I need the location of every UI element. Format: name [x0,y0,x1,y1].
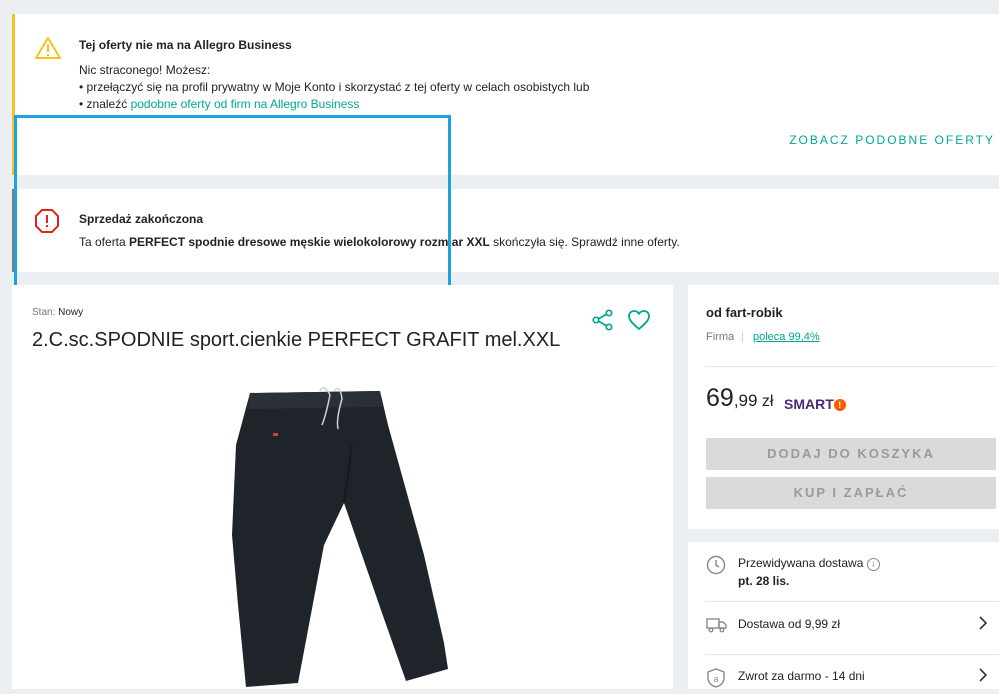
expected-delivery-date: pt. 28 lis. [738,574,790,588]
body-prefix: Ta oferta [79,235,130,249]
returns-row[interactable]: a Zwrot za darmo - 14 dni [688,666,999,689]
info-icon[interactable]: i [866,558,880,571]
divider [706,654,999,655]
divider [706,366,995,367]
svg-text:a: a [713,674,718,684]
business-unavailable-notice: Tej oferty nie ma na Allegro Business Ni… [12,14,999,175]
price-integer: 69 [706,384,734,412]
shipping-price: Dostawa od 9,99 zł [738,617,841,631]
chevron-right-icon [979,616,988,633]
offer-name-bold: PERFECT spodnie dresowe męskie wielokolo… [129,235,490,249]
notice-intro: Nic straconego! Możesz: [79,63,211,77]
error-icon [35,209,59,238]
smart-info-icon: ! [833,399,846,411]
notice-body: Nic straconego! Możesz: • przełączyć się… [79,62,589,113]
condition: Stan: Nowy [32,307,83,318]
return-shield-icon: a [706,668,726,693]
price: 69,99 zł [706,384,773,413]
add-to-cart-button[interactable]: DODAJ DO KOSZYKA [706,438,996,470]
price-decimal: ,99 [733,391,758,410]
smart-label: SMART [784,396,834,412]
product-card: Stan: Nowy 2.C.sc.SPODNIE sport.cienkie … [12,285,673,689]
seller-name[interactable]: od fart-robik [706,305,783,320]
seller-separator: | [741,331,744,343]
smart-badge[interactable]: SMART! [784,396,846,412]
chevron-right-icon [979,668,988,685]
sale-ended-notice: Sprzedaż zakończona Ta oferta PERFECT sp… [12,189,999,272]
seller-rating-link[interactable]: poleca 99,4% [753,331,820,343]
expected-delivery-row: Przewidywana dostawa i pt. 28 lis. [688,554,999,602]
see-similar-offers-button[interactable]: ZOBACZ PODOBNE OFERTY [789,133,995,147]
heart-icon[interactable] [627,309,651,336]
returns-text: Zwrot za darmo - 14 dni [738,669,865,683]
share-icon[interactable] [592,309,614,336]
similar-business-offers-link[interactable]: podobne oferty od firm na Allegro Busine… [131,97,360,111]
condition-label: Stan: [32,307,56,318]
body-suffix: skończyła się. Sprawdź inne oferty. [489,235,680,249]
expected-delivery-text: Przewidywana dostawa [738,556,864,570]
delivery-card: Przewidywana dostawa i pt. 28 lis. Dosta… [688,542,999,689]
sale-ended-body: Ta oferta PERFECT spodnie dresowe męskie… [79,235,680,249]
sale-ended-title: Sprzedaż zakończona [79,212,204,226]
price-currency: zł [761,393,774,410]
product-image[interactable] [212,385,462,694]
buy-now-button[interactable]: KUP I ZAPŁAĆ [706,477,996,509]
bullet-prefix: • znaleźć [79,97,131,111]
seller-price-card: od fart-robik Firma | poleca 99,4% 69,99… [688,285,999,529]
notice-bullet-find-similar: • znaleźć podobne oferty od firm na Alle… [79,96,589,113]
seller-type: Firma [706,331,735,343]
condition-value: Nowy [58,307,84,318]
expected-delivery-label: Przewidywana dostawa i [738,556,880,571]
warning-icon [35,36,61,65]
product-title: 2.C.sc.SPODNIE sport.cienkie PERFECT GRA… [32,329,561,351]
shipping-row[interactable]: Dostawa od 9,99 zł [688,614,999,644]
notice-bullet-switch-profile: • przełączyć się na profil prywatny w Mo… [79,80,590,94]
notice-title: Tej oferty nie ma na Allegro Business [79,38,292,52]
truck-icon [706,615,728,638]
divider [706,601,999,602]
clock-icon [706,555,726,580]
